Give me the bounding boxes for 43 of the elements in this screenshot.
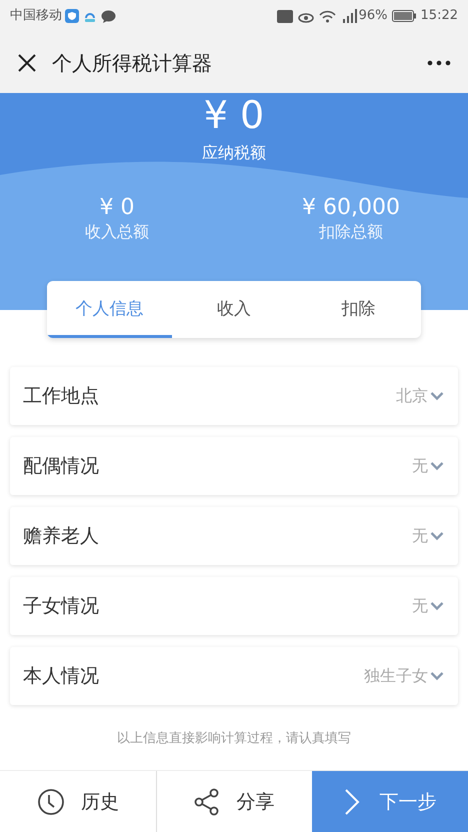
close-button[interactable]	[16, 52, 38, 74]
field-value: 独生子女	[364, 665, 428, 687]
total-amount: ¥ 60,000	[302, 195, 400, 221]
chevron-down-icon	[430, 601, 444, 611]
field-label: 配偶情况	[23, 454, 100, 479]
field-label: 子女情况	[23, 594, 100, 619]
form-row[interactable]: 赡养老人 无	[10, 507, 458, 565]
form-row[interactable]: 本人情况 独生子女	[10, 647, 458, 705]
chevron-right-icon	[344, 788, 360, 816]
tab[interactable]: 扣除	[296, 281, 421, 338]
tab[interactable]: 收入	[172, 281, 296, 338]
clock-icon	[36, 788, 65, 816]
form-row[interactable]: 子女情况 无	[10, 577, 458, 635]
tax-amount: ¥ 0	[204, 93, 264, 137]
share-icon	[194, 788, 220, 816]
close-icon	[18, 54, 36, 72]
field-label: 本人情况	[23, 664, 100, 689]
field-label: 工作地点	[23, 384, 100, 409]
chevron-down-icon	[430, 391, 444, 401]
form-row[interactable]: 工作地点 北京	[10, 367, 458, 425]
carrier-name: 中国移动	[10, 7, 62, 26]
field-value: 北京	[396, 385, 428, 407]
battery-percent: 96%	[358, 7, 388, 26]
chevron-down-icon	[430, 531, 444, 541]
notice-text: 以上信息直接影响计算过程，请认真填写	[117, 730, 351, 748]
chevron-down-icon	[430, 461, 444, 471]
more-icon	[427, 60, 451, 66]
field-label: 赡养老人	[23, 524, 100, 549]
total-label: 扣除总额	[319, 221, 383, 243]
field-value: 无	[412, 455, 428, 477]
tax-label: 应纳税额	[202, 142, 266, 164]
clock-time: 15:22	[420, 7, 458, 26]
total-label: 收入总额	[85, 221, 149, 243]
wifi-icon	[318, 10, 336, 22]
form-row[interactable]: 配偶情况 无	[10, 437, 458, 495]
total-amount: ¥ 0	[100, 195, 134, 221]
field-value: 无	[412, 525, 428, 547]
page-title: 个人所得税计算器	[52, 50, 212, 76]
field-value: 无	[412, 595, 428, 617]
chevron-down-icon	[430, 671, 444, 681]
battery-icon	[392, 10, 416, 22]
chat-bubble-icon	[101, 10, 116, 22]
shield-icon	[65, 9, 79, 23]
